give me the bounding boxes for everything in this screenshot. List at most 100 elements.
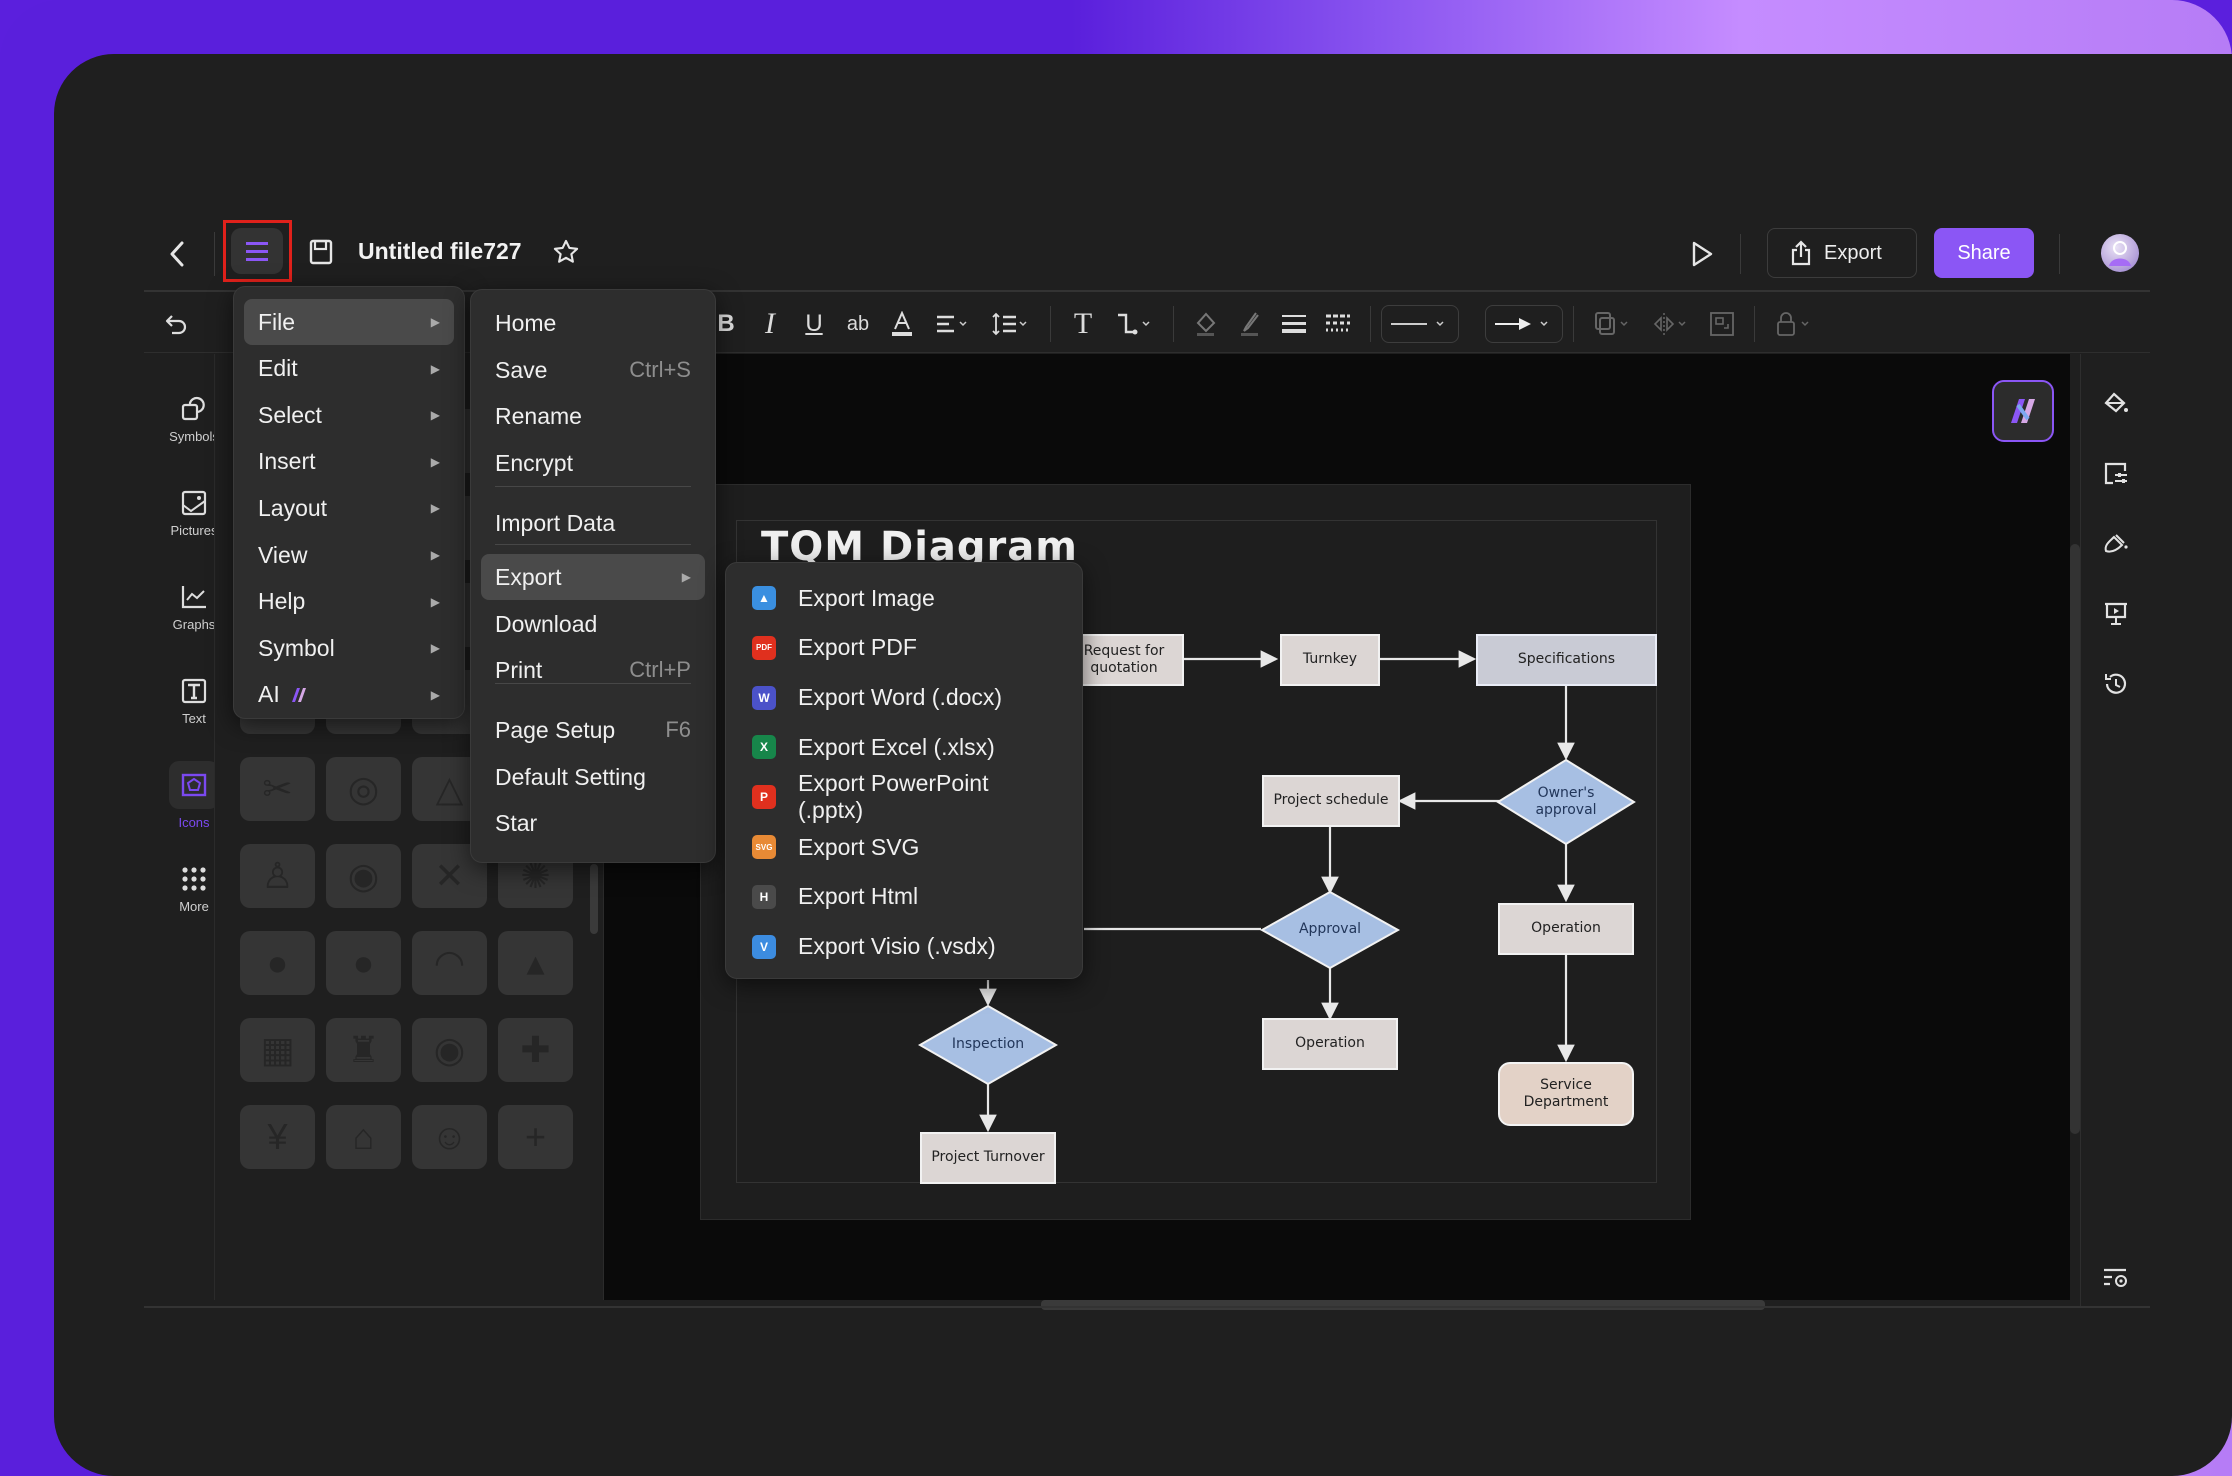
menu-item-label: Download <box>495 610 598 637</box>
view-settings-icon <box>2104 1268 2127 1287</box>
main-menu-item-view[interactable]: View ▶ <box>244 532 454 578</box>
theme-brush-icon <box>2104 534 2128 553</box>
history-button[interactable] <box>2096 664 2136 704</box>
right-sidebar-divider <box>2080 354 2081 1306</box>
node-operation-middle[interactable]: Operation <box>1262 1018 1398 1070</box>
shortcut-label: F6 <box>665 717 691 742</box>
shortcut-label: Ctrl+S <box>629 357 691 382</box>
node-project-schedule[interactable]: Project schedule <box>1262 775 1400 827</box>
file-menu-item-import-data[interactable]: Import Data <box>481 500 705 546</box>
menu-item-label: AI <box>258 681 280 708</box>
shortcut-label: Ctrl+P <box>629 657 691 682</box>
right-sidebar-bottom <box>2096 1258 2136 1298</box>
menu-item-label: File <box>258 308 296 335</box>
file-menu-item-print[interactable]: Print Ctrl+P <box>481 647 705 693</box>
visio-file-icon: V <box>752 934 776 959</box>
chevron-right-icon: ▶ <box>430 454 440 469</box>
chevron-right-icon: ▶ <box>430 594 440 609</box>
main-menu: File ▶ Edit ▶ Select ▶ Insert ▶ Layout ▶ View ▶ Help… <box>233 286 465 719</box>
presentation-icon <box>2105 602 2127 625</box>
inspection-label: Inspection <box>951 1036 1025 1053</box>
excel-file-icon: X <box>752 735 776 760</box>
menu-item-label: View <box>258 541 308 568</box>
word-file-icon: W <box>752 685 776 710</box>
file-menu-item-encrypt[interactable]: Encrypt <box>481 440 705 486</box>
right-sidebar <box>2096 384 2136 704</box>
approval-label: Approval <box>1298 921 1362 938</box>
diagram-connectors <box>917 650 1636 1133</box>
export-menu-item[interactable]: H Export Html <box>738 874 1072 920</box>
image-file-icon: ▲ <box>752 586 776 610</box>
main-menu-item-layout[interactable]: Layout ▶ <box>244 485 454 531</box>
main-menu-item-help[interactable]: Help ▶ <box>244 579 454 625</box>
chevron-right-icon: ▶ <box>430 361 440 376</box>
history-icon <box>2105 673 2127 694</box>
chevron-right-icon: ▶ <box>430 687 440 702</box>
menu-item-label: Select <box>258 401 322 428</box>
menu-item-label: Layout <box>258 494 328 521</box>
pdf-file-icon: PDF <box>752 635 776 660</box>
app-window: Untitled file727 Export Share B I U ab T… <box>54 54 2232 1476</box>
node-service-department[interactable]: Service Department <box>1498 1062 1634 1126</box>
node-operation-right[interactable]: Operation <box>1498 903 1634 955</box>
file-menu-item-home[interactable]: Home <box>481 300 705 346</box>
export-menu-item[interactable]: V Export Visio (.vsdx) <box>738 924 1072 970</box>
export-menu-item[interactable]: PDF Export PDF <box>738 625 1072 671</box>
menu-item-label: Edit <box>258 355 298 382</box>
node-specifications[interactable]: Specifications <box>1476 634 1657 686</box>
menu-item-label: Home <box>495 309 557 336</box>
menu-item-label: Star <box>495 809 538 836</box>
export-submenu: ▲ Export Image PDF Export PDF W Export Word (… <box>725 562 1083 979</box>
theme-button[interactable] <box>2096 524 2136 564</box>
page-settings-button[interactable] <box>2096 454 2136 494</box>
main-menu-item-insert[interactable]: Insert ▶ <box>244 439 454 485</box>
export-menu-item[interactable]: P Export PowerPoint (.pptx) <box>738 770 1072 823</box>
export-menu-item[interactable]: SVG Export SVG <box>738 824 1072 870</box>
main-menu-item-ai[interactable]: AI ▶ <box>244 672 454 718</box>
file-menu-item-page-setup[interactable]: Page Setup F6 <box>481 707 705 753</box>
menu-item-label: Page Setup <box>495 716 616 743</box>
owners-approval-label: Owner's approval <box>1535 784 1597 819</box>
menu-item-label: Export Word (.docx) <box>798 684 1003 711</box>
menu-item-label: Symbol <box>258 634 335 661</box>
menu-item-label: Export PowerPoint (.pptx) <box>798 770 989 824</box>
node-turnkey[interactable]: Turnkey <box>1280 634 1380 686</box>
menu-item-label: Export PDF <box>798 634 917 661</box>
menu-item-label: Export SVG <box>798 833 920 860</box>
style-button[interactable] <box>2096 384 2136 424</box>
menu-item-label: Print <box>495 656 543 683</box>
export-menu-item[interactable]: W Export Word (.docx) <box>738 675 1072 721</box>
main-menu-item-symbol[interactable]: Symbol ▶ <box>244 625 454 671</box>
file-menu-item-default-setting[interactable]: Default Setting <box>481 754 705 800</box>
main-menu-item-select[interactable]: Select ▶ <box>244 392 454 438</box>
chevron-right-icon: ▶ <box>430 408 440 423</box>
file-menu-item-save[interactable]: Save Ctrl+S <box>481 347 705 393</box>
menu-item-label: Rename <box>495 402 582 429</box>
chevron-right-icon: ▶ <box>430 315 440 329</box>
menu-item-label: Help <box>258 588 306 615</box>
chevron-right-icon: ▶ <box>430 641 440 656</box>
menu-item-label: Import Data <box>495 509 616 536</box>
file-menu-item-rename[interactable]: Rename <box>481 393 705 439</box>
file-submenu: Home Save Ctrl+S Rename Encrypt Import Data Ex… <box>470 289 716 863</box>
export-menu-item[interactable]: ▲ Export Image <box>738 575 1072 621</box>
file-menu-item-export[interactable]: Export ▶ <box>481 554 705 600</box>
file-menu-item-download[interactable]: Download <box>481 601 705 647</box>
node-project-turnover[interactable]: Project Turnover <box>920 1132 1056 1184</box>
menu-divider <box>495 486 691 487</box>
presentation-button[interactable] <box>2096 594 2136 634</box>
main-menu-item-edit[interactable]: Edit ▶ <box>244 346 454 392</box>
ai-logo-icon <box>290 686 310 704</box>
file-menu-item-star[interactable]: Star <box>481 800 705 846</box>
view-settings-button[interactable] <box>2096 1258 2136 1298</box>
menu-item-label: Insert <box>258 448 316 475</box>
menu-item-label: Default Setting <box>495 763 646 790</box>
menu-item-label: Export Image <box>798 584 935 611</box>
main-menu-item-file[interactable]: File ▶ <box>244 299 454 345</box>
chevron-right-icon: ▶ <box>681 570 691 584</box>
export-menu-item[interactable]: X Export Excel (.xlsx) <box>738 724 1072 770</box>
page-settings-icon <box>2104 462 2127 485</box>
menu-item-label: Export Excel (.xlsx) <box>798 733 995 760</box>
html-file-icon: H <box>752 884 776 909</box>
svg-file-icon: SVG <box>752 835 776 859</box>
